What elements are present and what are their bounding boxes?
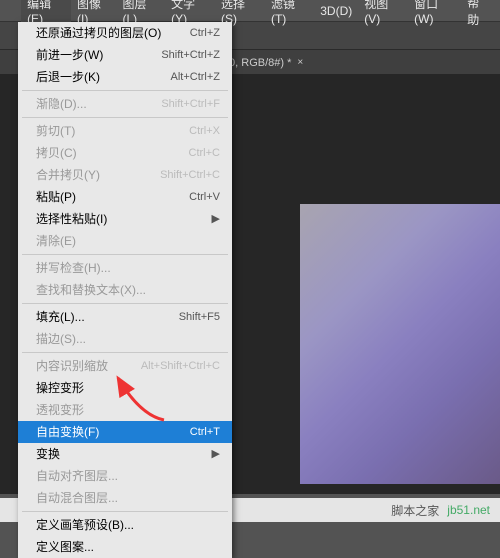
menu-help[interactable]: 帮助 <box>461 0 496 30</box>
menu-3d[interactable]: 3D(D) <box>314 2 358 20</box>
menu-item-label: 清除(E) <box>36 233 76 249</box>
menu-item-shortcut: Ctrl+V <box>189 189 220 205</box>
menu-item-shortcut: Ctrl+T <box>190 424 220 440</box>
menu-item[interactable]: 粘贴(P) Ctrl+V <box>18 186 232 208</box>
menu-item: 内容识别缩放 Alt+Shift+Ctrl+C <box>18 355 232 377</box>
menu-item: 渐隐(D)... Shift+Ctrl+F <box>18 93 232 115</box>
menu-item-label: 粘贴(P) <box>36 189 76 205</box>
menu-window[interactable]: 窗口(W) <box>408 0 461 28</box>
menu-item-shortcut: Alt+Ctrl+Z <box>170 69 220 85</box>
menu-item-label: 合并拷贝(Y) <box>36 167 100 183</box>
menu-item[interactable]: 选择性粘贴(I) ▶ <box>18 208 232 230</box>
menu-separator <box>22 254 228 255</box>
menu-item-label: 定义图案... <box>36 539 94 555</box>
close-icon[interactable]: × <box>297 57 303 68</box>
menu-item[interactable]: 定义画笔预设(B)... <box>18 514 232 536</box>
menu-item-label: 定义画笔预设(B)... <box>36 517 134 533</box>
menu-item-label: 变换 <box>36 446 60 462</box>
menu-view[interactable]: 视图(V) <box>358 0 408 28</box>
menu-item[interactable]: 还原通过拷贝的图层(O) Ctrl+Z <box>18 22 232 44</box>
menu-item-label: 拷贝(C) <box>36 145 77 161</box>
menu-item-label: 选择性粘贴(I) <box>36 211 107 227</box>
menu-item-shortcut: Ctrl+X <box>189 123 220 139</box>
menu-item-label: 剪切(T) <box>36 123 75 139</box>
menu-item: 合并拷贝(Y) Shift+Ctrl+C <box>18 164 232 186</box>
menu-item[interactable]: 变换 ▶ <box>18 443 232 465</box>
menu-separator <box>22 511 228 512</box>
menu-item: 自动对齐图层... <box>18 465 232 487</box>
menu-item-shortcut: Shift+F5 <box>179 309 220 325</box>
menu-item-label: 后退一步(K) <box>36 69 100 85</box>
menu-item: 查找和替换文本(X)... <box>18 279 232 301</box>
menu-item[interactable]: 后退一步(K) Alt+Ctrl+Z <box>18 66 232 88</box>
watermark-site: 脚本之家 <box>391 502 439 519</box>
menu-separator <box>22 117 228 118</box>
watermark-url: jb51.net <box>447 503 490 517</box>
menu-filter[interactable]: 滤镜(T) <box>265 0 314 28</box>
menu-item[interactable]: 定义图案... <box>18 536 232 558</box>
menu-item[interactable]: 填充(L)... Shift+F5 <box>18 306 232 328</box>
menu-item: 剪切(T) Ctrl+X <box>18 120 232 142</box>
menu-item-shortcut: Shift+Ctrl+F <box>161 96 220 112</box>
menu-item-label: 渐隐(D)... <box>36 96 87 112</box>
menubar: 编辑(E) 图像(I) 图层(L) 文字(Y) 选择(S) 滤镜(T) 3D(D… <box>0 0 500 22</box>
menu-item-label: 自由变换(F) <box>36 424 99 440</box>
menu-item-label: 查找和替换文本(X)... <box>36 282 146 298</box>
menu-item-label: 透视变形 <box>36 402 84 418</box>
menu-item-label: 填充(L)... <box>36 309 85 325</box>
submenu-arrow-icon: ▶ <box>212 211 220 227</box>
menu-item[interactable]: 操控变形 <box>18 377 232 399</box>
menu-item: 拷贝(C) Ctrl+C <box>18 142 232 164</box>
edit-dropdown-menu: 还原通过拷贝的图层(O) Ctrl+Z 前进一步(W) Shift+Ctrl+Z 后退一… <box>18 22 232 558</box>
menu-separator <box>22 90 228 91</box>
menu-item: 自动混合图层... <box>18 487 232 509</box>
menu-item-label: 操控变形 <box>36 380 84 396</box>
document-canvas[interactable] <box>300 204 500 484</box>
menu-item: 描边(S)... <box>18 328 232 350</box>
menu-item[interactable]: 自由变换(F) Ctrl+T <box>18 421 232 443</box>
submenu-arrow-icon: ▶ <box>212 446 220 462</box>
menu-item-label: 拼写检查(H)... <box>36 260 111 276</box>
menu-item-shortcut: Shift+Ctrl+C <box>160 167 220 183</box>
menu-item-label: 还原通过拷贝的图层(O) <box>36 25 161 41</box>
menu-item-label: 自动对齐图层... <box>36 468 118 484</box>
menu-item-shortcut: Ctrl+Z <box>190 25 220 41</box>
menu-item-shortcut: Alt+Shift+Ctrl+C <box>141 358 220 374</box>
menu-item-label: 前进一步(W) <box>36 47 103 63</box>
menu-item-label: 自动混合图层... <box>36 490 118 506</box>
menu-separator <box>22 352 228 353</box>
menu-item: 拼写检查(H)... <box>18 257 232 279</box>
menu-item-shortcut: Shift+Ctrl+Z <box>161 47 220 63</box>
menu-item-label: 内容识别缩放 <box>36 358 108 374</box>
menu-item-label: 描边(S)... <box>36 331 86 347</box>
menu-item-shortcut: Ctrl+C <box>189 145 220 161</box>
menu-item: 透视变形 <box>18 399 232 421</box>
menu-separator <box>22 303 228 304</box>
menu-item[interactable]: 前进一步(W) Shift+Ctrl+Z <box>18 44 232 66</box>
menu-item: 清除(E) <box>18 230 232 252</box>
